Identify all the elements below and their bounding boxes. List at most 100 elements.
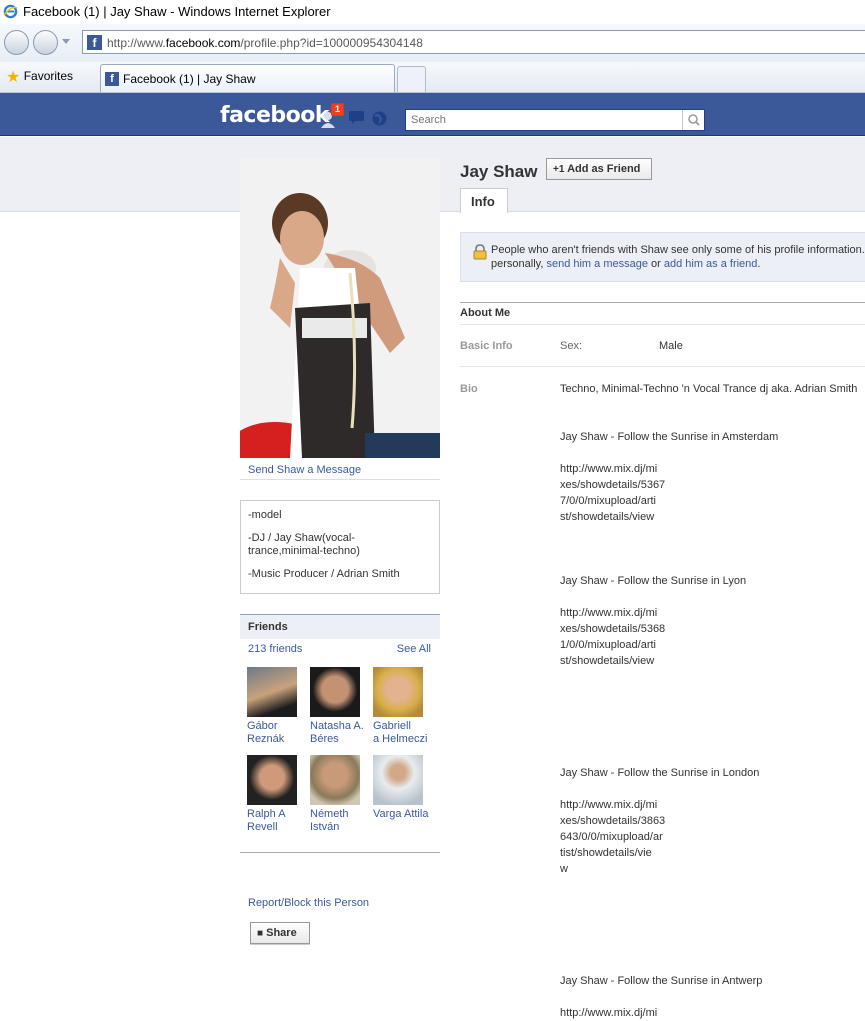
friend-name[interactable]: Gábor Reznák [247,720,305,746]
add-friend-button[interactable]: +1 Add as Friend [546,158,652,180]
friend-avatar[interactable] [373,755,423,805]
send-message-notice-link[interactable]: send him a message [546,258,648,270]
back-button[interactable] [4,30,29,55]
window-title: Facebook (1) | Jay Shaw - Windows Intern… [23,4,331,19]
friend-name[interactable]: Natasha A. Béres [310,720,368,746]
tab-info[interactable]: Info [460,188,508,213]
recent-pages-chevron-icon[interactable] [62,39,70,44]
address-bar[interactable]: f http://www.facebook.com/profile.php?id… [82,30,865,54]
friend-name[interactable]: Varga Attila [373,808,431,821]
friend-item[interactable]: Natasha A. Béres [310,667,368,746]
bio-label: Bio [460,383,478,395]
friend-item[interactable]: Gábor Reznák [247,667,305,746]
forward-button[interactable] [33,30,58,55]
friend-name[interactable]: Ralph A Revell [247,808,305,834]
friends-box: Friends 213 friends See All Gábor Reznák … [240,614,440,853]
friends-count-link[interactable]: 213 friends [248,643,302,655]
tab-title: Facebook (1) | Jay Shaw [123,72,256,86]
friend-avatar[interactable] [310,667,360,717]
bio-text-line: st/showdetails/view [560,655,655,667]
bio-text-line: 643/0/0/mixupload/ar [560,831,663,843]
about-me-header: About Me [460,302,865,325]
privacy-notice-line: People who aren't friends with Shaw see … [491,244,865,256]
see-all-friends-link[interactable]: See All [397,643,431,655]
search-input[interactable] [406,110,682,130]
friend-name-line: Revell [247,821,278,833]
bio-line: -Music Producer / Adrian Smith [248,568,400,580]
bio-line: -DJ / Jay Shaw(vocal-trance,minimal-tech… [248,532,360,557]
friend-name-line: Natasha A. [310,720,364,732]
bio-text-line: Jay Shaw - Follow the Sunrise in Amsterd… [560,431,779,443]
add-friend-notice-link[interactable]: add him as a friend [664,258,758,270]
report-block-link[interactable]: Report/Block this Person [248,897,369,909]
url-suffix: /profile.php?id=100000954304148 [240,36,423,50]
notice-text: personally, [491,258,544,270]
facebook-header: facebook 1 [0,93,865,136]
url-domain: facebook.com [165,36,241,50]
facebook-logo[interactable]: facebook [220,103,330,128]
privacy-notice-line: personally, send him a message or add hi… [491,257,865,271]
bio-text-line: xes/showdetails/5368 [560,623,666,635]
bio-text-line: st/showdetails/view [560,511,655,523]
bio-text-line: http://www.mix.dj/mi [560,607,658,619]
friend-name-line: Gabriell [373,720,411,732]
sex-value: Male [659,340,683,352]
bio-text-line: Techno, Minimal-Techno 'n Vocal Trance d… [560,383,858,395]
notifications-globe-icon[interactable] [372,111,387,126]
bio-text-line: xes/showdetails/3863 [560,815,666,827]
friend-item[interactable]: Varga Attila [373,755,431,821]
bio-text-line: tist/showdetails/vie [560,847,652,859]
friend-name[interactable]: Németh István [310,808,368,834]
friend-name[interactable]: Gabriell a Helmeczi [373,720,431,746]
share-button[interactable]: ■ Share [250,922,310,944]
privacy-notice: People who aren't friends with Shaw see … [460,232,865,282]
search-button[interactable] [682,110,704,130]
url-text[interactable]: http://www.facebook.com/profile.php?id=1… [107,36,423,50]
notification-badge[interactable]: 1 [331,103,345,116]
add-friend-label: Add as Friend [567,163,641,175]
favorites-button[interactable]: ★ Favorites [6,67,73,87]
bio-text-line: Jay Shaw - Follow the Sunrise in Antwerp [560,975,763,987]
notice-text: or [651,258,661,270]
friend-avatar[interactable] [310,755,360,805]
friend-avatar[interactable] [373,667,423,717]
bio-text-line: 7/0/0/mixupload/arti [560,495,656,507]
friend-avatar[interactable] [247,667,297,717]
bio-text-line: xes/showdetails/5367 [560,479,666,491]
profile-picture[interactable] [240,158,440,458]
facebook-favicon-icon: f [87,35,102,50]
friend-item[interactable]: Ralph A Revell [247,755,305,834]
friend-name-line: Németh [310,808,349,820]
lock-icon [473,244,487,260]
basic-info-label: Basic Info [460,340,513,352]
bio-text-line: w [560,863,568,875]
send-message-link[interactable]: Send Shaw a Message [248,464,361,476]
friend-item[interactable]: Németh István [310,755,368,834]
friend-name-line: Varga Attila [373,808,429,820]
friend-name-line: Béres [310,733,339,745]
sex-label: Sex: [560,340,583,352]
friend-avatar[interactable] [247,755,297,805]
friend-name-line: Reznák [247,733,285,745]
bio-text-line: Jay Shaw - Follow the Sunrise in Lyon [560,575,747,587]
bio-line: -model [248,509,282,521]
bio-text-line: http://www.mix.dj/mi [560,799,658,811]
friend-name-line: István [310,821,340,833]
facebook-favicon-icon: f [105,72,119,86]
internet-explorer-icon [3,4,18,19]
share-label: Share [266,927,297,939]
favorites-label: Favorites [23,69,74,84]
tab-facebook[interactable]: f Facebook (1) | Jay Shaw [100,64,395,92]
notice-text: . [757,258,761,270]
bio-text-line: Jay Shaw - Follow the Sunrise in London [560,767,760,779]
share-speech-icon: ■ [257,928,264,939]
add-friend-icon: +1 [553,164,565,175]
bio-text-line: http://www.mix.dj/mi [560,463,658,475]
friend-name-line: Ralph A [247,808,286,820]
messages-icon[interactable] [349,111,364,124]
friend-item[interactable]: Gabriell a Helmeczi [373,667,431,746]
divider [240,479,440,480]
friend-name-line: a Helmeczi [373,733,428,745]
new-tab-button[interactable] [397,66,426,92]
divider [460,366,865,367]
